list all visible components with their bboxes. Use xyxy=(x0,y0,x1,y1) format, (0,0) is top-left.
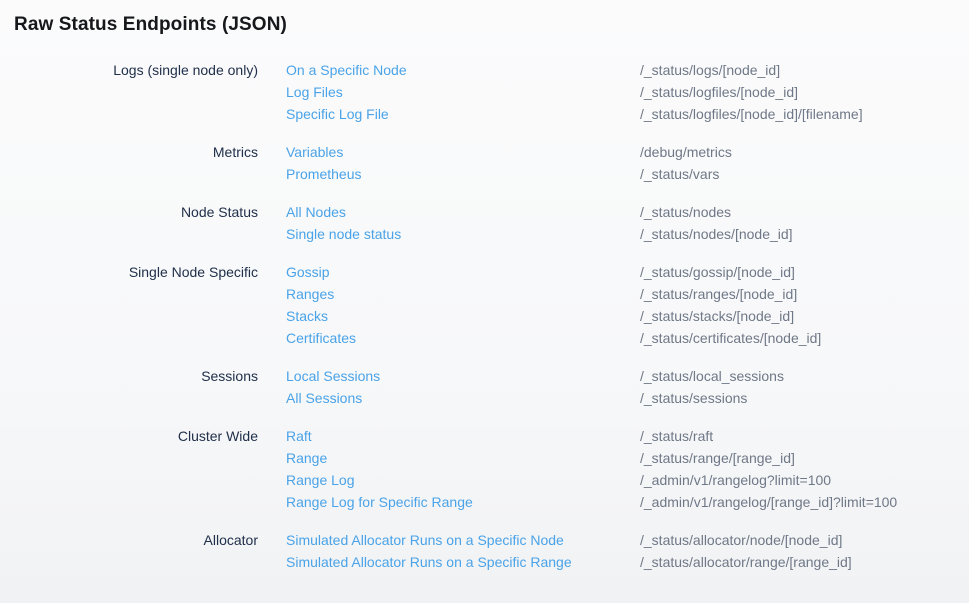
endpoint-link[interactable]: On a Specific Node xyxy=(286,59,640,81)
endpoints-column: /_status/gossip/[node_id]/_status/ranges… xyxy=(640,261,969,349)
endpoints-column: /_status/nodes/_status/nodes/[node_id] xyxy=(640,201,969,245)
endpoints-column: /_status/logs/[node_id]/_status/logfiles… xyxy=(640,59,969,125)
endpoint-path: /_status/logfiles/[node_id] xyxy=(640,81,969,103)
raw-status-endpoints-page: Raw Status Endpoints (JSON) Logs (single… xyxy=(0,0,969,573)
endpoint-group: MetricsVariablesPrometheus/debug/metrics… xyxy=(0,141,969,185)
page-title: Raw Status Endpoints (JSON) xyxy=(14,13,969,37)
endpoint-path: /_status/range/[range_id] xyxy=(640,447,969,469)
category-label: Single Node Specific xyxy=(0,261,258,349)
endpoint-group: Logs (single node only)On a Specific Nod… xyxy=(0,59,969,125)
links-column: VariablesPrometheus xyxy=(258,141,640,185)
endpoint-groups: Logs (single node only)On a Specific Nod… xyxy=(0,59,969,573)
endpoint-path: /_status/certificates/[node_id] xyxy=(640,327,969,349)
endpoint-link[interactable]: Range xyxy=(286,447,640,469)
category-label: Allocator xyxy=(0,529,258,573)
endpoint-group: SessionsLocal SessionsAll Sessions/_stat… xyxy=(0,365,969,409)
endpoint-link[interactable]: Specific Log File xyxy=(286,103,640,125)
endpoint-link[interactable]: Prometheus xyxy=(286,163,640,185)
endpoint-path: /_status/logs/[node_id] xyxy=(640,59,969,81)
endpoint-group: Cluster WideRaftRangeRange LogRange Log … xyxy=(0,425,969,513)
links-column: RaftRangeRange LogRange Log for Specific… xyxy=(258,425,640,513)
endpoint-path: /debug/metrics xyxy=(640,141,969,163)
links-column: Simulated Allocator Runs on a Specific N… xyxy=(258,529,640,573)
endpoint-link[interactable]: Simulated Allocator Runs on a Specific N… xyxy=(286,529,640,551)
endpoint-path: /_status/raft xyxy=(640,425,969,447)
endpoint-group: Node StatusAll NodesSingle node status/_… xyxy=(0,201,969,245)
endpoint-link[interactable]: Stacks xyxy=(286,305,640,327)
endpoints-column: /_status/local_sessions/_status/sessions xyxy=(640,365,969,409)
endpoint-path: /_status/allocator/node/[node_id] xyxy=(640,529,969,551)
endpoint-path: /_status/sessions xyxy=(640,387,969,409)
endpoint-path: /_status/allocator/range/[range_id] xyxy=(640,551,969,573)
endpoint-link[interactable]: Range Log xyxy=(286,469,640,491)
endpoint-group: Single Node SpecificGossipRangesStacksCe… xyxy=(0,261,969,349)
endpoints-column: /_status/raft/_status/range/[range_id]/_… xyxy=(640,425,969,513)
endpoint-link[interactable]: Simulated Allocator Runs on a Specific R… xyxy=(286,551,640,573)
endpoint-link[interactable]: All Nodes xyxy=(286,201,640,223)
endpoint-path: /_admin/v1/rangelog/[range_id]?limit=100 xyxy=(640,491,969,513)
links-column: On a Specific NodeLog FilesSpecific Log … xyxy=(258,59,640,125)
links-column: All NodesSingle node status xyxy=(258,201,640,245)
endpoint-link[interactable]: Single node status xyxy=(286,223,640,245)
links-column: GossipRangesStacksCertificates xyxy=(258,261,640,349)
category-label: Cluster Wide xyxy=(0,425,258,513)
endpoint-link[interactable]: Log Files xyxy=(286,81,640,103)
endpoint-path: /_admin/v1/rangelog?limit=100 xyxy=(640,469,969,491)
category-label: Sessions xyxy=(0,365,258,409)
endpoint-path: /_status/gossip/[node_id] xyxy=(640,261,969,283)
endpoint-link[interactable]: Gossip xyxy=(286,261,640,283)
endpoint-group: Allocator Simulated Allocator Runs on a S… xyxy=(0,529,969,573)
endpoint-link[interactable]: Range Log for Specific Range xyxy=(286,491,640,513)
category-label: Logs (single node only) xyxy=(0,59,258,125)
endpoint-path: /_status/vars xyxy=(640,163,969,185)
endpoint-path: /_status/logfiles/[node_id]/[filename] xyxy=(640,103,969,125)
links-column: Local SessionsAll Sessions xyxy=(258,365,640,409)
endpoint-link[interactable]: All Sessions xyxy=(286,387,640,409)
endpoint-link[interactable]: Raft xyxy=(286,425,640,447)
endpoint-path: /_status/stacks/[node_id] xyxy=(640,305,969,327)
category-label: Node Status xyxy=(0,201,258,245)
endpoints-column: /debug/metrics/_status/vars xyxy=(640,141,969,185)
endpoint-path: /_status/ranges/[node_id] xyxy=(640,283,969,305)
endpoints-column: /_status/allocator/node/[node_id]/_statu… xyxy=(640,529,969,573)
endpoint-link[interactable]: Variables xyxy=(286,141,640,163)
endpoint-path: /_status/local_sessions xyxy=(640,365,969,387)
endpoint-path: /_status/nodes xyxy=(640,201,969,223)
endpoint-path: /_status/nodes/[node_id] xyxy=(640,223,969,245)
endpoint-link[interactable]: Certificates xyxy=(286,327,640,349)
endpoint-link[interactable]: Ranges xyxy=(286,283,640,305)
category-label: Metrics xyxy=(0,141,258,185)
endpoint-link[interactable]: Local Sessions xyxy=(286,365,640,387)
